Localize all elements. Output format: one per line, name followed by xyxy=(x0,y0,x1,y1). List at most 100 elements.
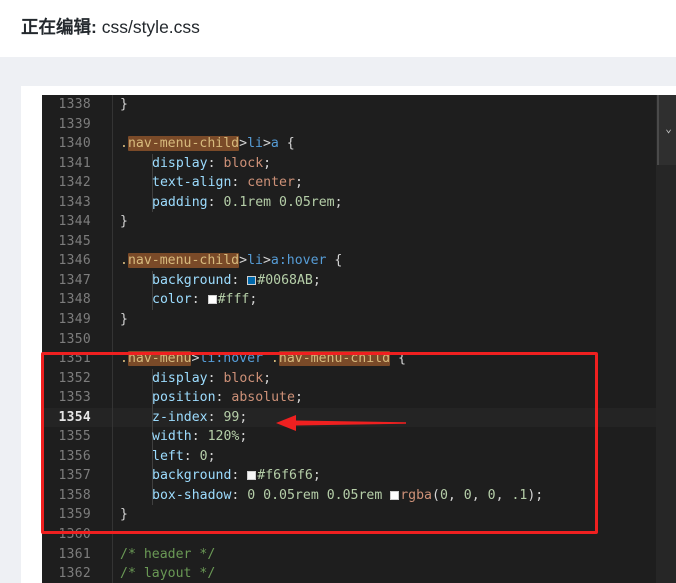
line-number: 1346 xyxy=(58,253,91,269)
gutter-divider xyxy=(112,329,113,350)
line-number: 1356 xyxy=(58,448,91,464)
code-line[interactable]: 1360 xyxy=(42,525,676,545)
token-val: block xyxy=(223,155,264,171)
line-number: 1357 xyxy=(58,468,91,484)
line-number: 1362 xyxy=(58,566,91,582)
code-line[interactable]: 1356 left: 0; xyxy=(42,446,676,467)
token-punct: ; xyxy=(334,194,343,210)
code-line[interactable]: 1352 display: block; xyxy=(42,368,676,389)
token-num: #f6f6f6 xyxy=(257,468,313,484)
token-val: block xyxy=(223,370,264,386)
code-line[interactable]: 1361 /* header */ xyxy=(42,544,676,565)
token-prop: left xyxy=(152,448,184,464)
code-text[interactable]: .nav-menu-child>li>a:hover { xyxy=(120,251,342,271)
code-text[interactable]: } xyxy=(120,95,128,115)
code-text[interactable]: box-shadow: 0 0.05rem 0.05rem rgba(0, 0,… xyxy=(152,486,543,506)
code-text[interactable]: } xyxy=(120,310,128,330)
token-num: 0 xyxy=(199,448,208,464)
code-text[interactable]: width: 120%; xyxy=(152,427,247,447)
code-text[interactable]: /* layout */ xyxy=(120,564,215,583)
code-line[interactable]: 1353 position: absolute; xyxy=(42,388,676,408)
token-punct: > xyxy=(262,136,271,152)
token-brace: { xyxy=(390,351,406,367)
color-swatch[interactable] xyxy=(247,275,257,285)
code-text[interactable]: .nav-menu-child>li>a { xyxy=(120,134,295,154)
gutter-divider xyxy=(112,95,113,115)
token-num: 120% xyxy=(207,429,240,445)
code-line[interactable]: 1357 background: #f6f6f6; xyxy=(42,466,676,486)
gutter-divider xyxy=(112,310,113,330)
scrollbar-thumb[interactable]: ⌄ xyxy=(657,95,676,165)
token-punct: ( xyxy=(431,487,440,503)
code-line[interactable]: 1359} xyxy=(42,505,676,526)
color-swatch[interactable] xyxy=(207,295,217,305)
code-line[interactable]: 1344} xyxy=(42,212,676,232)
color-swatch[interactable] xyxy=(247,471,257,481)
code-text[interactable]: background: #f6f6f6; xyxy=(152,466,321,486)
code-text[interactable]: text-align: center; xyxy=(152,173,303,193)
code-line[interactable]: 1340 .nav-menu-child>li>a { xyxy=(42,134,676,154)
code-line[interactable]: 1355 width: 120%; xyxy=(42,427,676,447)
code-text[interactable]: position: absolute; xyxy=(152,388,303,408)
gutter-divider xyxy=(112,290,113,311)
token-punct: : xyxy=(215,390,232,406)
token-punct: : xyxy=(207,409,224,425)
token-num: 0 xyxy=(439,487,448,503)
line-number: 1355 xyxy=(58,429,91,445)
code-line[interactable]: 1343 padding: 0.1rem 0.05rem; xyxy=(42,192,676,213)
code-lines-container[interactable]: 1338} 1339 1340 .nav-menu-child>li>a {1341 d… xyxy=(42,95,676,583)
code-line[interactable]: 1348 color: #fff; xyxy=(42,290,676,311)
code-text[interactable]: .nav-menu>li:hover .nav-menu-child { xyxy=(120,349,406,369)
code-text[interactable]: left: 0; xyxy=(152,447,216,467)
code-line[interactable]: 1351 .nav-menu>li:hover .nav-menu-child { xyxy=(42,349,676,369)
gutter-divider xyxy=(112,544,113,565)
code-line[interactable]: 1339 xyxy=(42,114,676,135)
token-sel: . xyxy=(120,253,128,269)
code-text[interactable]: background: #0068AB; xyxy=(152,271,321,291)
code-line[interactable]: 1349} xyxy=(42,310,676,330)
code-text[interactable]: } xyxy=(120,212,128,232)
token-prop: width xyxy=(152,429,192,445)
code-text[interactable]: /* header */ xyxy=(120,545,215,565)
code-line[interactable]: 1347 background: #0068AB; xyxy=(42,270,676,291)
code-line[interactable]: 1358 box-shadow: 0 0.05rem 0.05rem rgba(0… xyxy=(42,485,676,506)
code-line[interactable]: 1342 text-align: center; xyxy=(42,173,676,193)
code-line[interactable]: 1354 z-index: 99; xyxy=(42,407,676,428)
line-number: 1342 xyxy=(58,175,91,191)
chevron-down-icon[interactable]: ⌄ xyxy=(659,121,676,137)
token-sel: . xyxy=(270,351,279,367)
code-editor[interactable]: 1338} 1339 1340 .nav-menu-child>li>a {1341 d… xyxy=(42,95,676,583)
token-punct: ; xyxy=(294,390,303,406)
code-text[interactable]: color: #fff; xyxy=(152,290,257,310)
code-line[interactable]: 1341 display: block; xyxy=(42,153,676,174)
token-punct: ; xyxy=(239,409,248,425)
code-line[interactable]: 1345 xyxy=(42,231,676,252)
token-punct: > xyxy=(239,253,248,269)
token-prop: z-index xyxy=(152,409,208,425)
token-comment: /* header */ xyxy=(120,546,216,562)
gutter-divider xyxy=(112,485,113,506)
gutter-divider xyxy=(112,505,113,526)
code-text[interactable]: z-index: 99; xyxy=(152,408,247,428)
gutter-divider xyxy=(112,466,113,486)
code-line[interactable]: 1350 xyxy=(42,329,676,350)
token-brace: { xyxy=(278,136,295,152)
token-prop: background xyxy=(152,272,232,288)
gutter-divider xyxy=(112,368,113,389)
token-tag: li:hover xyxy=(199,351,263,367)
page-title: 正在编辑: css/style.css xyxy=(21,14,200,40)
token-punct: : xyxy=(231,487,248,503)
editor-scrollbar[interactable]: ⌄ xyxy=(656,95,676,583)
code-line[interactable]: 1362 /* layout */ xyxy=(42,564,676,583)
line-number: 1340 xyxy=(58,136,91,152)
code-line[interactable]: 1338} xyxy=(42,95,676,115)
line-number: 1350 xyxy=(58,331,91,347)
code-line[interactable]: 1346 .nav-menu-child>li>a:hover { xyxy=(42,251,676,271)
code-text[interactable]: padding: 0.1rem 0.05rem; xyxy=(152,193,343,213)
token-tag: a xyxy=(270,136,279,152)
code-text[interactable]: display: block; xyxy=(152,369,271,389)
color-swatch[interactable] xyxy=(390,490,400,500)
token-tag: li xyxy=(247,253,263,269)
code-text[interactable]: } xyxy=(120,505,128,525)
code-text[interactable]: display: block; xyxy=(152,154,271,174)
